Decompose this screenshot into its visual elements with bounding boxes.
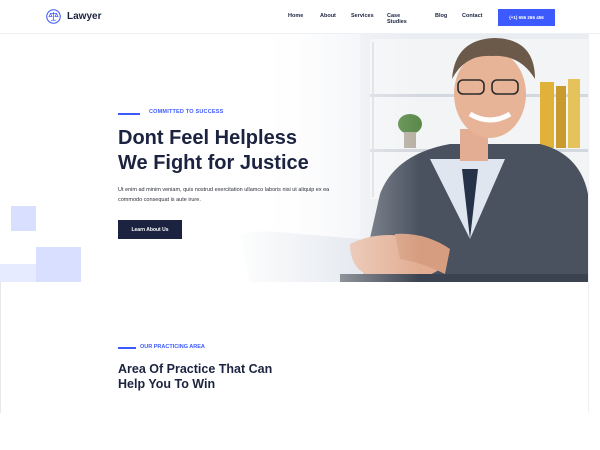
logo-text: Lawyer (67, 11, 102, 22)
hero-headline-line2: We Fight for Justice (118, 152, 309, 174)
nav-case-studies[interactable]: Case Studies (387, 13, 407, 25)
hero-tagline: COMMITTED TO SUCCESS (149, 109, 224, 115)
scales-of-justice-icon (46, 9, 61, 24)
page: Lawyer Home About Services Case Studies … (0, 0, 600, 413)
decor-square-1 (11, 206, 36, 231)
phone-button[interactable]: (+1) 656 266 456 (498, 9, 555, 26)
logo[interactable]: Lawyer (46, 9, 101, 24)
practice-tagline-rule (118, 347, 136, 349)
tagline-rule (118, 113, 140, 115)
hero-section: COMMITTED TO SUCCESS Dont Feel Helpless … (0, 34, 588, 282)
hero-description: Ut enim ad minim veniam, quis nostrud ex… (118, 187, 330, 203)
decor-square-3 (0, 264, 36, 282)
decor-square-2 (36, 247, 81, 282)
nav-home[interactable]: Home (288, 13, 303, 19)
right-divider (588, 34, 589, 413)
practice-title-line2: Help You To Win (118, 377, 216, 391)
practice-tagline: OUR PRACTICING AREA (140, 344, 205, 350)
practice-title-line1: Area Of Practice That Can (118, 362, 273, 376)
nav-services[interactable]: Services (351, 13, 374, 19)
hero-headline: Dont Feel Helpless We Fight for Justice (118, 126, 309, 176)
nav-contact[interactable]: Contact (462, 13, 482, 19)
site-header: Lawyer Home About Services Case Studies … (0, 0, 600, 34)
practice-title: Area Of Practice That Can Help You To Wi… (118, 362, 272, 392)
nav-blog[interactable]: Blog (435, 13, 447, 19)
nav-about[interactable]: About (320, 13, 336, 19)
left-divider (0, 282, 1, 413)
learn-about-us-button[interactable]: Learn About Us (118, 220, 182, 239)
hero-headline-line1: Dont Feel Helpless (118, 127, 297, 149)
